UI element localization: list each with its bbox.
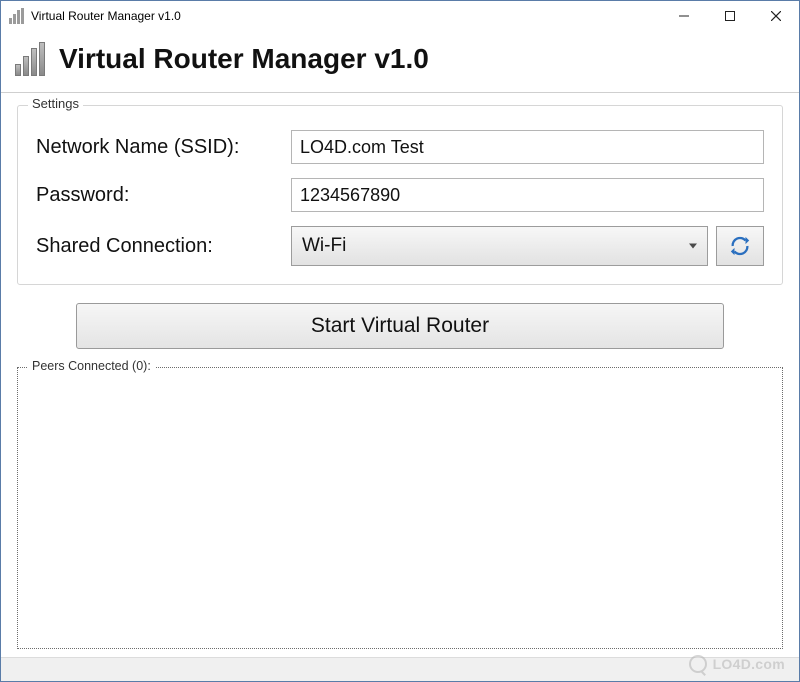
app-title: Virtual Router Manager v1.0 xyxy=(59,43,429,75)
titlebar: Virtual Router Manager v1.0 xyxy=(1,1,799,31)
close-button[interactable] xyxy=(753,1,799,31)
peers-legend: Peers Connected (0): xyxy=(28,359,155,373)
signal-bars-icon xyxy=(15,42,49,76)
app-window: Virtual Router Manager v1.0 Virtual Rout… xyxy=(0,0,800,682)
ssid-label: Network Name (SSID): xyxy=(36,136,291,159)
ssid-row: Network Name (SSID): xyxy=(36,130,764,164)
minimize-button[interactable] xyxy=(661,1,707,31)
settings-group: Settings Network Name (SSID): Password: … xyxy=(17,105,783,285)
connection-label: Shared Connection: xyxy=(36,235,291,258)
peers-list[interactable] xyxy=(24,376,776,644)
start-button-label: Start Virtual Router xyxy=(311,314,489,338)
status-bar xyxy=(1,657,799,681)
connection-row: Shared Connection: Wi-Fi xyxy=(36,226,764,266)
window-controls xyxy=(661,1,799,31)
start-virtual-router-button[interactable]: Start Virtual Router xyxy=(76,303,724,349)
chevron-down-icon xyxy=(689,244,697,249)
app-icon xyxy=(9,8,25,24)
refresh-connections-button[interactable] xyxy=(716,226,764,266)
password-label: Password: xyxy=(36,184,291,207)
content-area: Settings Network Name (SSID): Password: … xyxy=(1,93,799,657)
password-row: Password: xyxy=(36,178,764,212)
connection-value: Wi-Fi xyxy=(302,235,346,257)
ssid-input[interactable] xyxy=(291,130,764,164)
maximize-button[interactable] xyxy=(707,1,753,31)
connection-select[interactable]: Wi-Fi xyxy=(291,226,708,266)
peers-group: Peers Connected (0): xyxy=(17,367,783,649)
app-header: Virtual Router Manager v1.0 xyxy=(1,31,799,93)
start-button-wrap: Start Virtual Router xyxy=(17,303,783,349)
window-title: Virtual Router Manager v1.0 xyxy=(31,9,181,23)
refresh-icon xyxy=(729,235,751,257)
password-input[interactable] xyxy=(291,178,764,212)
settings-legend: Settings xyxy=(28,96,83,111)
